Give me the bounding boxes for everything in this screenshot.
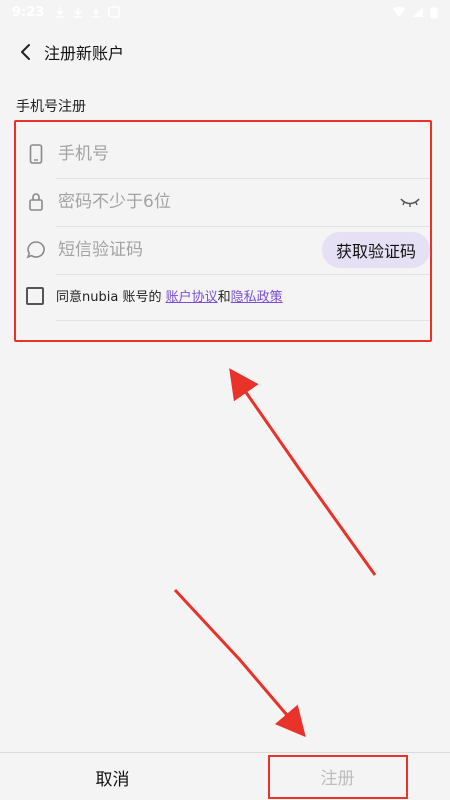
divider <box>56 320 432 321</box>
section-title: 手机号注册 <box>16 99 86 115</box>
password-input[interactable] <box>54 178 392 226</box>
sms-code-input[interactable] <box>54 226 322 274</box>
agreement-checkbox[interactable] <box>26 286 44 305</box>
page-title: 注册新账户 <box>44 44 125 63</box>
register-wrap: 注册 <box>225 753 450 800</box>
register-button[interactable]: 注册 <box>267 754 408 799</box>
phone-input[interactable] <box>54 130 432 178</box>
bottom-action-bar: 取消 注册 <box>0 752 450 800</box>
status-bar: 9:23 <box>0 0 450 24</box>
password-visibility-toggle[interactable] <box>392 184 428 220</box>
phone-icon <box>18 144 54 164</box>
back-button[interactable] <box>12 38 40 66</box>
get-code-button[interactable]: 获取验证码 <box>321 232 430 268</box>
registration-form: 获取验证码 同意nubia 账号的 账户协议 和 隐私政策 <box>14 120 432 342</box>
download-icon <box>56 7 65 18</box>
terms-link[interactable]: 账户协议 <box>166 286 218 305</box>
annotation-arrow-down <box>173 588 306 738</box>
app-header: 注册新账户 <box>0 30 450 74</box>
password-row <box>14 178 432 226</box>
battery-icon <box>430 7 438 18</box>
chevron-left-icon <box>21 44 30 60</box>
agreement-row: 同意nubia 账号的 账户协议 和 隐私政策 <box>26 286 283 305</box>
eye-closed-icon <box>400 198 420 207</box>
agreement-prefix: 同意nubia 账号的 <box>56 290 166 305</box>
message-icon <box>18 240 54 260</box>
download-icon <box>92 7 101 18</box>
download-icon <box>74 7 83 18</box>
phone-row <box>14 130 432 178</box>
agreement-middle: 和 <box>217 290 231 305</box>
wifi-icon <box>393 6 405 17</box>
annotation-arrow-up <box>229 368 377 576</box>
notification-icon <box>108 6 121 18</box>
lock-icon <box>18 192 54 212</box>
privacy-link[interactable]: 隐私政策 <box>231 286 283 305</box>
signal-icon <box>413 7 423 17</box>
divider <box>56 274 432 275</box>
sms-row: 获取验证码 <box>14 226 432 274</box>
cancel-button[interactable]: 取消 <box>0 753 225 800</box>
status-time: 9:23 <box>12 4 45 20</box>
